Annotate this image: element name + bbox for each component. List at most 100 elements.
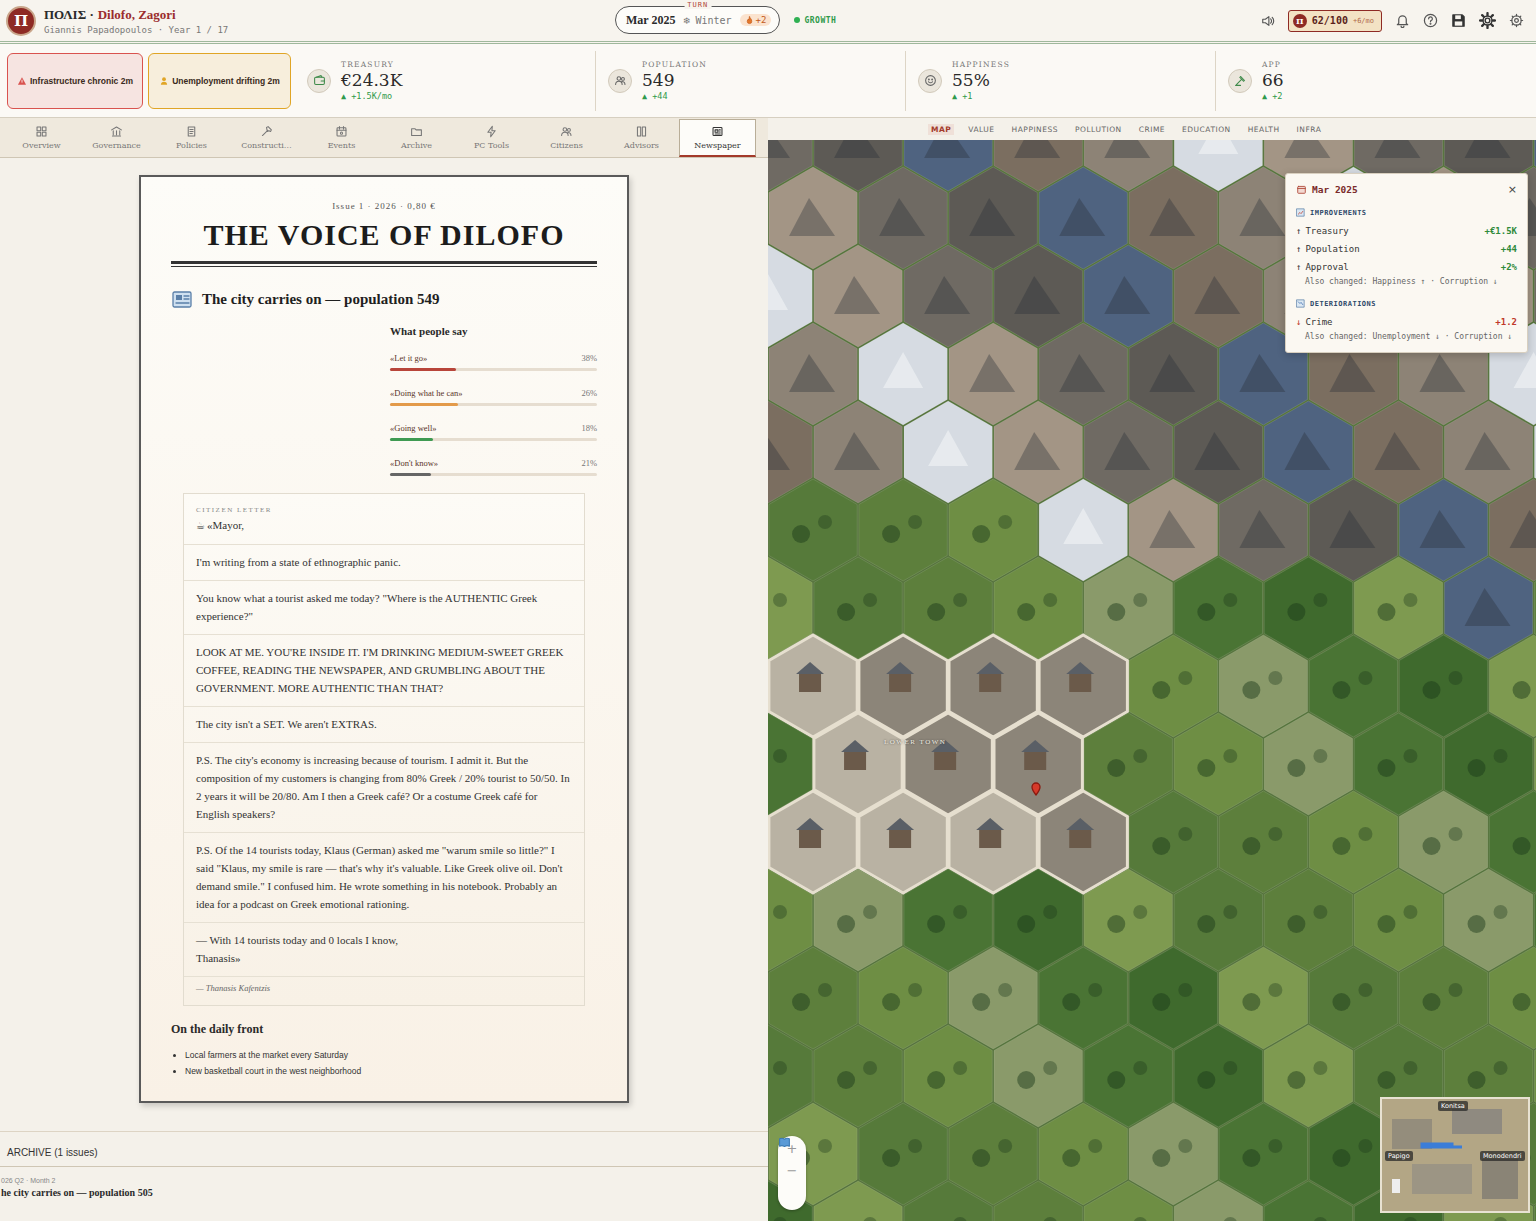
nav-tab-label: Governance (92, 141, 141, 150)
tree-cluster (773, 1061, 787, 1075)
gavel-icon (1234, 74, 1247, 87)
tree-cluster (1332, 1149, 1350, 1167)
nav-tab-label: Policies (176, 141, 207, 150)
nav-tab[interactable]: Advisors (604, 118, 679, 157)
main-area: Overview Governance Policies Constructi…Eve… (0, 118, 1536, 1221)
letter-signature: — Thanasis Kafentzis (184, 977, 584, 999)
poll-option: «Let it go»38% (390, 353, 597, 371)
change-row: ↑Treasury+€1.5K (1296, 222, 1517, 240)
brand-block: ΠΟΛΙΣ ·Dilofo, ZagoriGiannis Papadopoulo… (44, 7, 228, 35)
terrain-hex[interactable] (1534, 1181, 1536, 1221)
mountain-peak (1194, 276, 1240, 314)
terrain-hex[interactable] (904, 1181, 992, 1221)
terrain-hex[interactable] (994, 1181, 1082, 1221)
stat-card: APP66▲ +2 (1215, 51, 1536, 111)
nav-tab[interactable]: Overview (4, 118, 79, 157)
notifications-button[interactable] (1395, 13, 1410, 28)
alert-chip[interactable]: Unemployment drifting 2m (148, 53, 291, 109)
help-button[interactable] (1423, 13, 1438, 28)
mountain-peak (1149, 510, 1195, 548)
mountain-peak (924, 276, 970, 314)
legend-button[interactable] (786, 1186, 799, 1204)
tree-cluster (837, 915, 855, 933)
tree-cluster (863, 1061, 877, 1075)
tree-cluster (1403, 1061, 1417, 1075)
mountain-peak (1059, 354, 1105, 392)
daily-item: Local farmers at the market every Saturd… (185, 1047, 597, 1063)
tree-cluster (1062, 1149, 1080, 1167)
nav-tab-label: Advisors (624, 141, 659, 150)
headline: The city carries on — population 549 (171, 289, 597, 309)
map-layer-tab[interactable]: VALUE (965, 124, 997, 135)
house (1069, 830, 1091, 848)
house (889, 830, 911, 848)
map-layer-tab[interactable]: CRIME (1136, 124, 1168, 135)
mountain-peak (1239, 510, 1285, 548)
poll-fill (390, 473, 431, 476)
nav-tab[interactable]: PC Tools (454, 118, 529, 157)
wallet-icon (313, 74, 326, 87)
headline-text: The city carries on — population 549 (202, 291, 440, 308)
terrain-hex[interactable] (1264, 1181, 1352, 1221)
settings-button[interactable] (1479, 12, 1496, 29)
stat-delta: ▲ +2 (1262, 91, 1284, 101)
house (844, 752, 866, 770)
tree-cluster (1468, 1071, 1486, 1089)
archive-item[interactable]: 026 Q2 · Month 2he city carries on — pop… (0, 1167, 768, 1198)
poll-fill (390, 438, 433, 441)
change-note: Also changed: Happiness ↑ · Corruption ↓ (1296, 276, 1517, 287)
map-layer-tab[interactable]: INFRA (1294, 124, 1325, 135)
citizens-icon (560, 125, 573, 138)
map-layer-tab[interactable]: EDUCATION (1179, 124, 1234, 135)
nav-tab[interactable]: Governance (79, 118, 154, 157)
terrain-hex[interactable] (1174, 1181, 1262, 1221)
newspaper-view: Issue 1 · 2026 · 0,80 €THE VOICE OF DILO… (0, 158, 768, 1131)
terrain-hex[interactable] (814, 1181, 902, 1221)
minimap[interactable]: KonitsaPapigoMonodendri (1380, 1097, 1530, 1213)
nav-tab-label: Citizens (550, 141, 583, 150)
change-label: Population (1305, 244, 1359, 254)
options-button[interactable] (1509, 13, 1524, 28)
alert-chip[interactable]: Infrastructure chronic 2m (7, 53, 143, 109)
app-logo: Π (6, 6, 36, 36)
mountain-peak (1465, 140, 1511, 158)
letter-paragraph: P.S. The city's economy is increasing be… (184, 743, 584, 833)
poll-option: «Going well»18% (390, 423, 597, 441)
map-layer-bar: MAP VALUE HAPPINESS POLLUTION CRIME EDUCATION… (768, 118, 1536, 140)
stat-body: POPULATION549▲ +44 (642, 60, 707, 101)
tree-cluster (1017, 603, 1035, 621)
tree-cluster (1448, 671, 1462, 685)
nav-tab[interactable]: Policies (154, 118, 229, 157)
nav-tab[interactable]: Citizens (529, 118, 604, 157)
map-layer-tab[interactable]: HEALTH (1245, 124, 1283, 135)
map-layer-tab[interactable]: HAPPINESS (1009, 124, 1061, 135)
nav-tab[interactable]: Newspaper (679, 119, 756, 157)
nav-tab[interactable]: Constructi… (229, 118, 304, 157)
tree-cluster (863, 593, 877, 607)
poll-track (390, 368, 597, 371)
nav-tab[interactable]: Events (304, 118, 379, 157)
poll-track (390, 438, 597, 441)
daily-list: Local farmers at the market every Saturd… (185, 1047, 597, 1079)
close-button[interactable]: × (1508, 183, 1517, 196)
points-badge[interactable]: Π62/100+6/mo (1288, 10, 1382, 32)
change-row: ↑Population+44 (1296, 240, 1517, 258)
tree-cluster (972, 1149, 990, 1167)
roof (886, 818, 914, 830)
calendar-icon (335, 125, 348, 138)
save-button[interactable] (1451, 13, 1466, 28)
popover-date: Mar 2025 (1312, 184, 1358, 195)
closing-line: Thanasis» (196, 949, 572, 967)
turn-pill[interactable]: TURNMar 2025❄ Winter+2 (615, 6, 780, 34)
map-layer-tab[interactable]: POLLUTION (1072, 124, 1125, 135)
stat-label: POPULATION (642, 60, 707, 69)
mountain-peak (1104, 276, 1150, 314)
sound-button[interactable] (1261, 14, 1275, 28)
tree-cluster (1494, 1217, 1508, 1221)
zoom-out-button[interactable]: − (787, 1164, 798, 1178)
nav-tab[interactable]: Archive (379, 118, 454, 157)
tree-cluster (1017, 1071, 1035, 1089)
house (799, 830, 821, 848)
terrain-hex[interactable] (1084, 1181, 1172, 1221)
map-layer-tab[interactable]: MAP (928, 124, 954, 135)
